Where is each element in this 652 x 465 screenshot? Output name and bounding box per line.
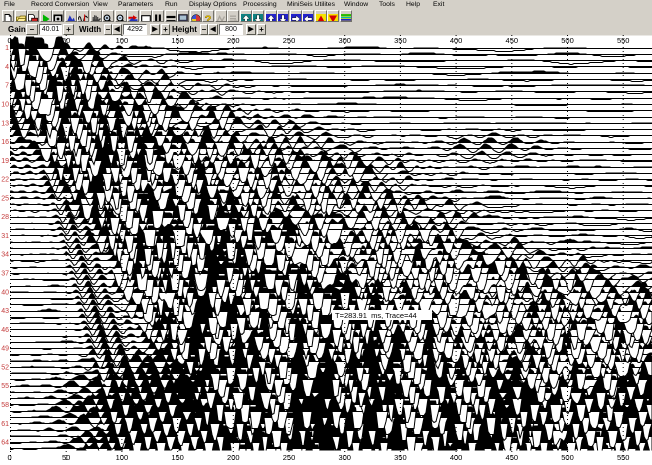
svg-text:31: 31 [1,233,9,240]
svg-text:49: 49 [1,346,9,353]
svg-text:7: 7 [5,83,9,90]
svg-text:16: 16 [1,139,9,146]
svg-text:61: 61 [1,421,9,428]
svg-text:25: 25 [1,195,9,202]
svg-text:46: 46 [1,327,9,334]
svg-text:0: 0 [8,36,12,45]
svg-text:37: 37 [1,271,9,278]
svg-text:19: 19 [1,158,9,165]
svg-text:52: 52 [1,364,9,371]
svg-text:28: 28 [1,214,9,221]
svg-text:34: 34 [1,252,9,259]
svg-text:550: 550 [617,453,630,462]
svg-text:200: 200 [227,453,240,462]
svg-text:43: 43 [1,308,9,315]
svg-text:55: 55 [1,383,9,390]
svg-text:300: 300 [338,453,351,462]
svg-text:350: 350 [394,453,407,462]
svg-text:100: 100 [116,453,129,462]
svg-text:450: 450 [506,453,519,462]
svg-text:13: 13 [1,120,9,127]
svg-text:4: 4 [5,64,9,71]
svg-text:0: 0 [8,453,12,462]
svg-text:1: 1 [5,45,9,52]
svg-text:T=283.91 ms, Trace=44: T=283.91 ms, Trace=44 [335,311,417,320]
svg-text:22: 22 [1,177,9,184]
svg-text:250: 250 [283,453,296,462]
svg-text:50: 50 [62,453,70,462]
svg-text:150: 150 [171,453,184,462]
svg-text:500: 500 [561,453,574,462]
svg-text:10: 10 [1,102,9,109]
svg-text:400: 400 [450,453,463,462]
svg-text:64: 64 [1,440,9,447]
svg-text:58: 58 [1,402,9,409]
svg-text:40: 40 [1,289,9,296]
